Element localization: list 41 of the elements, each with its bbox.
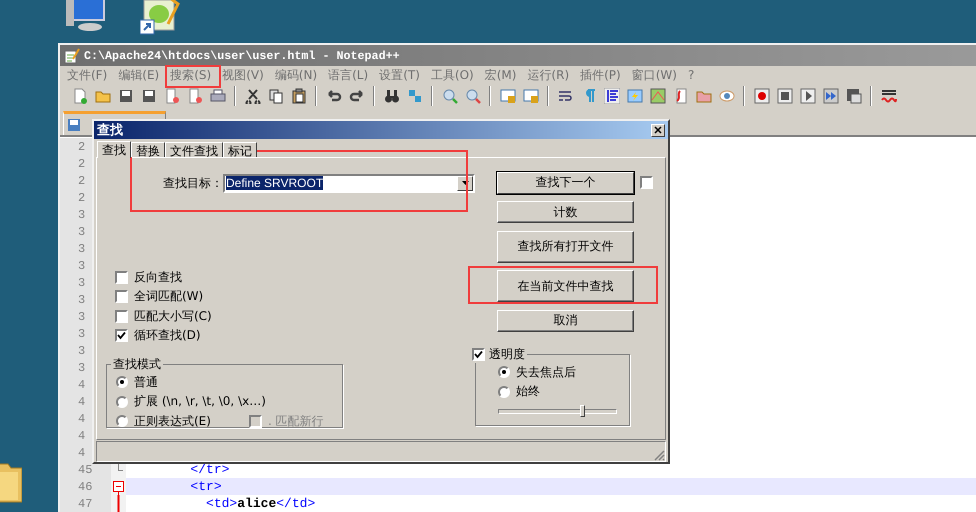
radio-label: 正则表达式(E)	[134, 412, 211, 430]
line-number: 2	[78, 190, 86, 204]
window-title: C:\Apache24\htdocs\user\user.html - Notepad++	[84, 48, 400, 62]
radio-label: 失去焦点后	[516, 364, 576, 381]
checkbox-label: . 匹配新行	[268, 412, 324, 430]
line-number: 46	[78, 480, 92, 494]
dialog-title: 查找	[97, 122, 123, 139]
checkbox-label: 循环查找(D)	[134, 327, 201, 344]
line-number: 2	[78, 174, 86, 188]
radio-label: 扩展 (\n, \r, \t, \0, \x…)	[134, 393, 266, 410]
line-number: 3	[78, 360, 86, 374]
field-label: 查找目标：	[163, 174, 223, 192]
code-line: <td>alice</td>	[205, 496, 316, 511]
line-number: 3	[78, 310, 86, 324]
checkbox-label: 反向查找	[134, 268, 182, 286]
line-number: 3	[78, 258, 86, 272]
line-number: 3	[78, 326, 86, 340]
radio-label: 普通	[134, 374, 158, 391]
checkbox-label: 匹配大小写(C)	[134, 308, 212, 325]
radio-label: 始终	[516, 383, 540, 400]
checkbox-label: 透明度	[489, 346, 525, 363]
line-number: 4	[78, 378, 86, 392]
selected-text: Define SRVROOT	[226, 176, 324, 190]
line-number: 4	[78, 412, 86, 426]
line-number: 3	[78, 344, 86, 358]
line-number: 4	[78, 394, 86, 408]
line-number: 3	[78, 208, 86, 222]
line-number: 3	[78, 224, 86, 238]
code-line: </tr>	[189, 462, 230, 477]
code-line: <tr>	[189, 479, 222, 494]
line-number: 4	[78, 446, 86, 460]
line-number: 4	[78, 428, 86, 442]
line-number: 2	[78, 156, 86, 170]
line-number: 2	[78, 140, 86, 154]
line-number: 3	[78, 276, 86, 290]
line-number: 45	[78, 462, 92, 476]
line-number: 3	[78, 292, 86, 306]
checkbox-label: 全词匹配(W)	[134, 288, 204, 306]
line-number: 47	[78, 496, 92, 510]
group-title: 查找模式	[112, 356, 162, 373]
line-number: 3	[78, 242, 86, 256]
